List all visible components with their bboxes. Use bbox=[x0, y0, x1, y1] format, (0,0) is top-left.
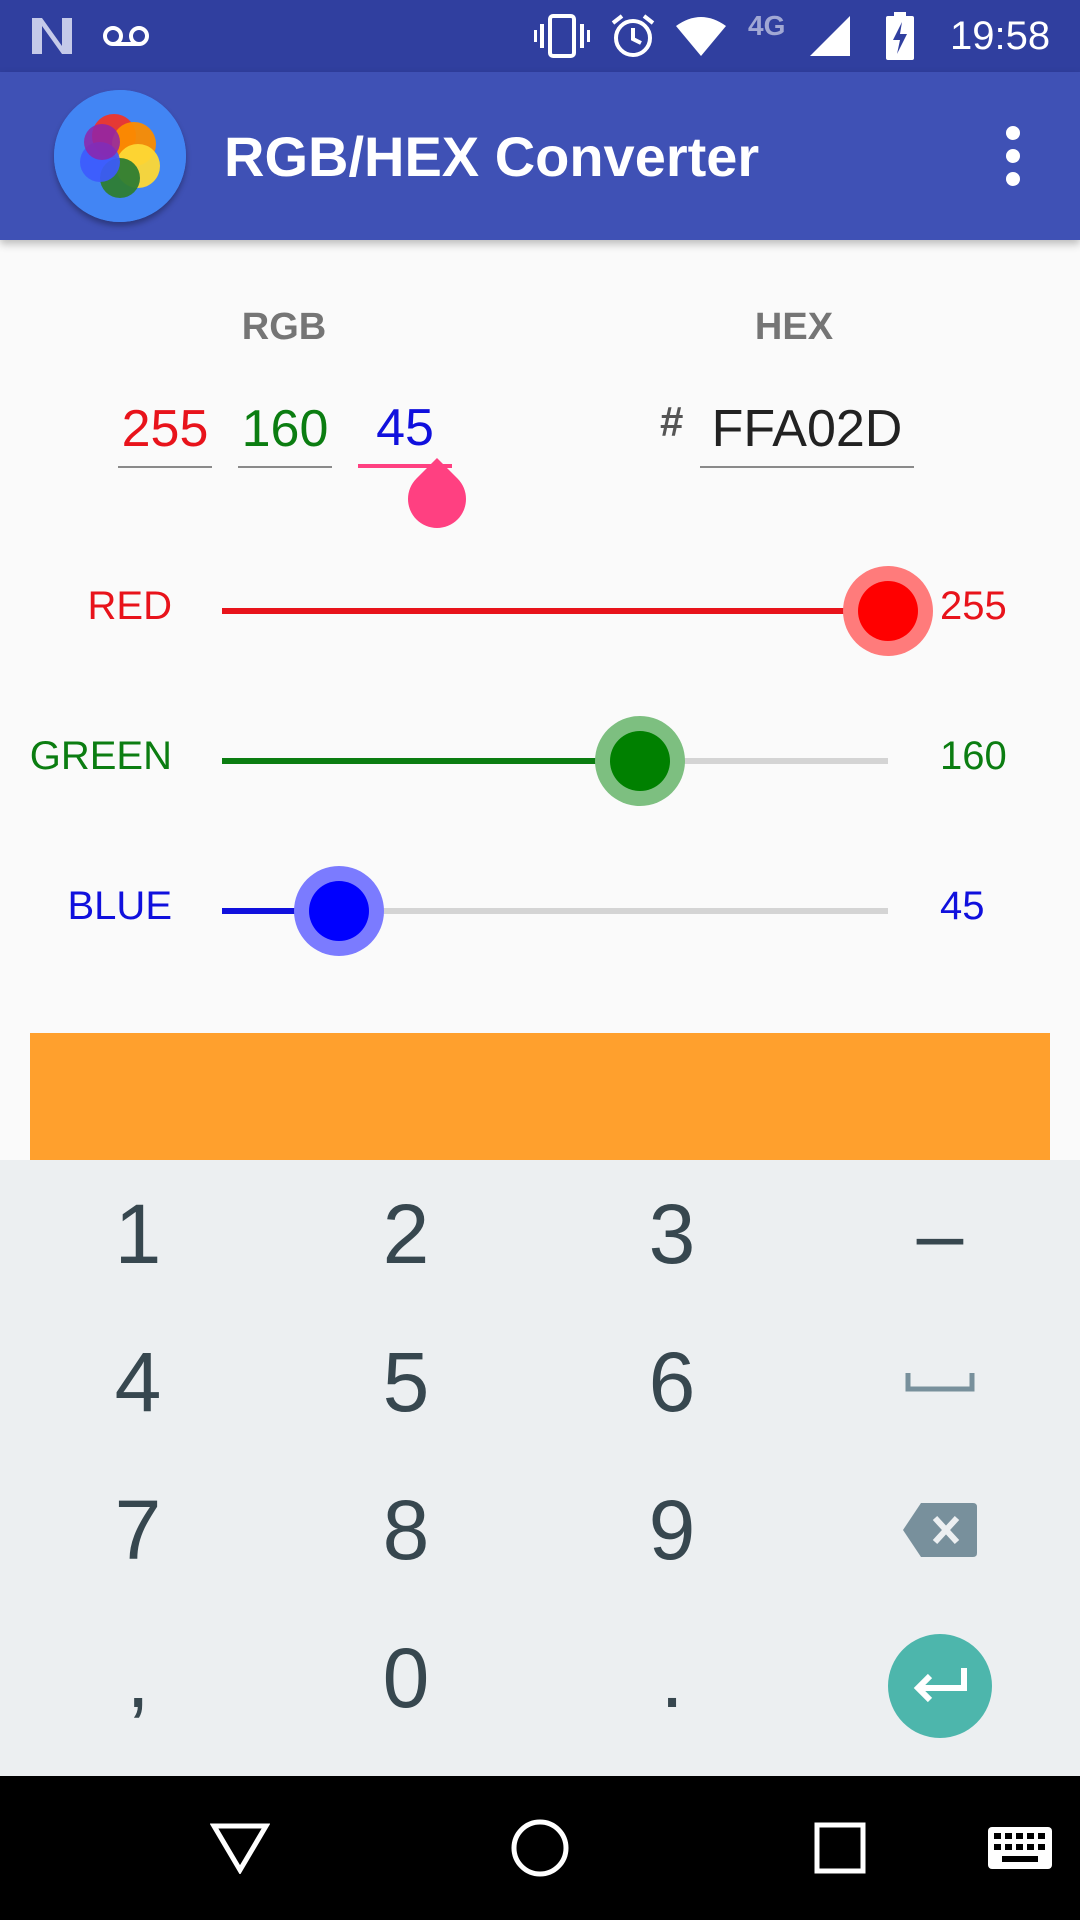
numeric-keyboard: 1 2 3 – 4 5 6 7 8 9 , 0 . bbox=[0, 1160, 1080, 1776]
key-1[interactable]: 1 bbox=[8, 1160, 268, 1308]
app-title: RGB/HEX Converter bbox=[224, 124, 760, 188]
slider-fill bbox=[222, 608, 888, 614]
network-type-label: 4G bbox=[748, 10, 786, 41]
slider-blue[interactable] bbox=[222, 866, 888, 956]
rgb-label: RGB bbox=[241, 306, 327, 348]
slider-value-red: 255 bbox=[940, 584, 1007, 628]
slider-thumb[interactable] bbox=[594, 716, 685, 806]
hex-label: HEX bbox=[754, 306, 834, 348]
slider-value-green: 160 bbox=[940, 734, 1007, 778]
slider-thumb[interactable] bbox=[294, 866, 385, 956]
red-input[interactable]: 255 bbox=[118, 392, 212, 468]
wifi-icon bbox=[676, 0, 726, 72]
key-4[interactable]: 4 bbox=[8, 1308, 268, 1456]
slider-fill bbox=[222, 758, 640, 764]
alarm-icon bbox=[610, 0, 656, 72]
space-icon bbox=[905, 1373, 975, 1392]
n-logo-icon bbox=[30, 0, 74, 72]
key-5[interactable]: 5 bbox=[276, 1308, 536, 1456]
navigation-bar bbox=[0, 1776, 1080, 1920]
backspace-icon bbox=[903, 1503, 977, 1557]
blue-input[interactable]: 45 bbox=[358, 392, 452, 468]
key-0[interactable]: 0 bbox=[276, 1604, 536, 1752]
key-backspace[interactable] bbox=[810, 1456, 1070, 1604]
voicemail-icon bbox=[102, 0, 150, 72]
back-icon[interactable] bbox=[200, 1776, 280, 1920]
recents-icon[interactable] bbox=[800, 1776, 880, 1920]
slider-red[interactable] bbox=[222, 566, 933, 656]
slider-label-red: RED bbox=[87, 584, 172, 628]
slider-thumb[interactable] bbox=[843, 566, 933, 656]
more-vert-icon[interactable] bbox=[988, 124, 1038, 188]
slider-green[interactable] bbox=[222, 716, 888, 806]
status-bar: 4G 19:58 bbox=[0, 0, 1080, 72]
clock: 19:58 bbox=[950, 13, 1051, 58]
color-wheel-icon bbox=[54, 90, 186, 222]
app-bar: RGB/HEX Converter bbox=[0, 72, 1080, 240]
hash-label: # bbox=[660, 398, 684, 445]
key-3[interactable]: 3 bbox=[542, 1160, 802, 1308]
home-icon[interactable] bbox=[500, 1776, 580, 1920]
color-preview bbox=[30, 1033, 1050, 1161]
key-period[interactable]: . bbox=[542, 1604, 802, 1752]
slider-label-blue: BLUE bbox=[67, 884, 173, 928]
key-space[interactable] bbox=[810, 1308, 1070, 1456]
key-7[interactable]: 7 bbox=[8, 1456, 268, 1604]
text-cursor-handle[interactable] bbox=[395, 457, 479, 541]
keyboard-switch-icon[interactable] bbox=[980, 1776, 1060, 1920]
enter-arrow-icon bbox=[913, 1668, 967, 1703]
key-comma[interactable]: , bbox=[8, 1604, 268, 1752]
slider-value-blue: 45 bbox=[940, 884, 985, 928]
battery-charging-icon bbox=[886, 0, 914, 72]
key-6[interactable]: 6 bbox=[542, 1308, 802, 1456]
key-minus[interactable]: – bbox=[810, 1160, 1070, 1308]
hex-input[interactable]: FFA02D bbox=[700, 392, 914, 468]
signal-icon bbox=[808, 0, 852, 72]
slider-label-green: GREEN bbox=[29, 734, 172, 778]
enter-button[interactable] bbox=[888, 1634, 992, 1738]
vibrate-icon bbox=[534, 0, 590, 72]
key-9[interactable]: 9 bbox=[542, 1456, 802, 1604]
key-2[interactable]: 2 bbox=[276, 1160, 536, 1308]
green-input[interactable]: 160 bbox=[238, 392, 332, 468]
key-8[interactable]: 8 bbox=[276, 1456, 536, 1604]
